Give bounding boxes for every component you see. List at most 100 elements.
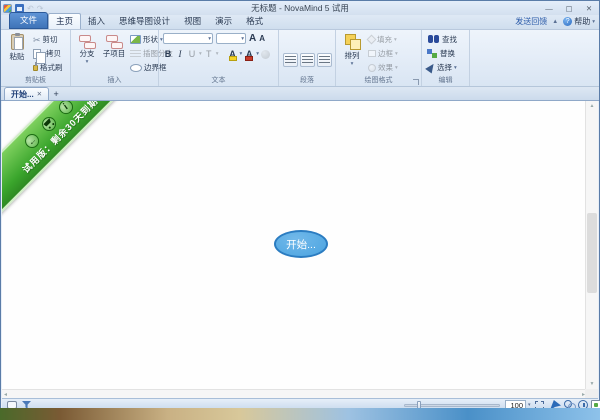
chevron-down-icon: ▾ [454,65,457,71]
app-window: ↶ ↷ 无标题 - NovaMind 5 试用 — ▢ ✕ 文件 主页 插入 思… [0,0,600,410]
vertical-scroll-track[interactable] [586,111,598,379]
copy-button[interactable]: 拷贝 [32,47,64,60]
group-text: ▾ ▾ A A B I U ▾ T ▾ A ▾ A ▾ 文本 [159,30,279,86]
subtopic-icon [106,34,122,47]
hyperlink-icon [261,50,270,59]
scroll-down-icon[interactable]: ▼ [590,379,595,389]
border-icon [368,50,376,57]
vertical-scrollbar[interactable]: ▲ ▼ [585,101,598,389]
align-right-icon [319,56,330,64]
chevron-down-icon: ▾ [395,51,398,57]
group-drawing-format: 排列 ▾ 填充 ▾ 边框 ▾ 效果 ▾ [336,30,422,86]
collapse-ribbon-icon[interactable]: ▲ [552,19,558,25]
paste-button[interactable]: 粘贴 [5,33,29,76]
align-left-button[interactable] [283,53,298,67]
group-label-clipboard: 剪贴板 [1,75,70,85]
chevron-down-icon: ▾ [208,36,211,42]
send-feedback-link[interactable]: 发送回馈 [515,16,547,27]
cut-button[interactable]: ✂ 剪切 [32,33,64,46]
shape-border-button: 边框 ▾ [367,47,399,60]
scrollbar-corner [585,389,598,398]
arrange-button[interactable]: 排列 ▾ [340,33,364,76]
align-right-button[interactable] [317,53,332,67]
document-tab-bar: 开始... ✕ + [1,87,599,101]
tab-view[interactable]: 视图 [177,14,208,29]
shape-icon [130,35,141,44]
branch-button[interactable]: 分支 ▾ [75,33,99,76]
group-label-insert: 插入 [71,75,158,85]
find-icon [427,35,440,44]
new-tab-button[interactable]: + [49,88,63,100]
desktop-background [0,408,600,420]
maximize-button[interactable]: ▢ [559,2,579,15]
vertical-scroll-thumb[interactable] [587,213,597,293]
trial-banner: ← i 试用版：剩余30天到期 [2,101,154,229]
titlebar: ↶ ↷ 无标题 - NovaMind 5 试用 — ▢ ✕ [1,1,599,15]
chevron-down-icon: ▾ [216,51,219,57]
strikethrough-button: T [204,48,214,60]
zoom-slider[interactable] [404,404,500,407]
format-painter-button[interactable]: 格式刷 [32,61,64,74]
tab-home[interactable]: 主页 [48,13,81,29]
arrange-icon [345,34,360,49]
ribbon-tab-bar: 文件 主页 插入 思维导图设计 视图 演示 格式 发送回馈 ▲ ? 帮助 ▾ [1,15,599,30]
close-button[interactable]: ✕ [579,2,599,15]
copy-icon [33,49,41,59]
file-menu-button[interactable]: 文件 [9,12,48,29]
align-center-icon [302,56,313,64]
group-edit: 查找 替换 选择 ▾ 编辑 [422,30,470,86]
align-center-button[interactable] [300,53,315,67]
chevron-down-icon: ▾ [592,19,595,25]
map-canvas[interactable]: ← i 试用版：剩余30天到期 开始... ▲ ▼ [2,101,598,389]
window-controls: — ▢ ✕ [539,2,599,15]
find-button[interactable]: 查找 [426,33,458,46]
document-tab-active[interactable]: 开始... ✕ [4,87,49,100]
callout-branch-icon [130,50,141,58]
group-paragraph: 段落 [279,30,336,86]
bold-button[interactable]: B [163,48,173,60]
help-icon: ? [563,17,572,26]
shape-effects-button: 效果 ▾ [367,61,399,74]
scroll-up-icon[interactable]: ▲ [590,101,595,111]
chevron-down-icon: ▾ [256,51,259,57]
scroll-left-icon[interactable]: ◂ [4,391,7,398]
italic-button[interactable]: I [175,48,185,60]
subtopic-button[interactable]: 子项目 [102,33,126,76]
group-label-paragraph: 段落 [279,75,335,85]
group-label-edit: 编辑 [422,75,469,85]
select-icon [425,62,437,74]
font-size-select[interactable]: ▾ [216,33,246,44]
branch-icon [79,34,95,47]
chevron-down-icon: ▾ [394,37,397,43]
chevron-down-icon: ▾ [395,65,398,71]
replace-icon [427,49,438,58]
paste-icon [11,34,24,50]
chevron-down-icon: ▾ [351,61,354,67]
tab-format[interactable]: 格式 [239,14,270,29]
chevron-down-icon: ▾ [241,36,244,42]
chevron-down-icon: ▾ [240,51,243,57]
highlight-color-button[interactable]: A [228,49,238,59]
tab-mindmap-design[interactable]: 思维导图设计 [112,14,177,29]
tab-insert[interactable]: 插入 [81,14,112,29]
minimize-button[interactable]: — [539,2,559,15]
underline-button: U [187,48,197,60]
font-color-button[interactable]: A [244,49,254,59]
shrink-font-button[interactable]: A [259,34,265,44]
group-label-text: 文本 [159,75,278,85]
select-button[interactable]: 选择 ▾ [426,61,458,74]
horizontal-scrollbar[interactable]: ◂ ▸ [2,389,587,398]
align-left-icon [285,56,296,64]
group-clipboard: 粘贴 ✂ 剪切 拷贝 格式刷 剪贴板 [1,30,71,86]
central-topic[interactable]: 开始... [274,230,328,258]
chevron-down-icon: ▾ [86,59,89,65]
fill-icon [367,35,377,45]
tab-close-icon[interactable]: ✕ [37,90,42,98]
boundary-icon [130,64,142,72]
replace-button[interactable]: 替换 [426,47,458,60]
help-menu[interactable]: ? 帮助 ▾ [563,16,595,27]
shape-fill-button: 填充 ▾ [367,33,399,46]
tab-present[interactable]: 演示 [208,14,239,29]
font-family-select[interactable]: ▾ [163,33,213,44]
grow-font-button[interactable]: A [249,34,256,44]
